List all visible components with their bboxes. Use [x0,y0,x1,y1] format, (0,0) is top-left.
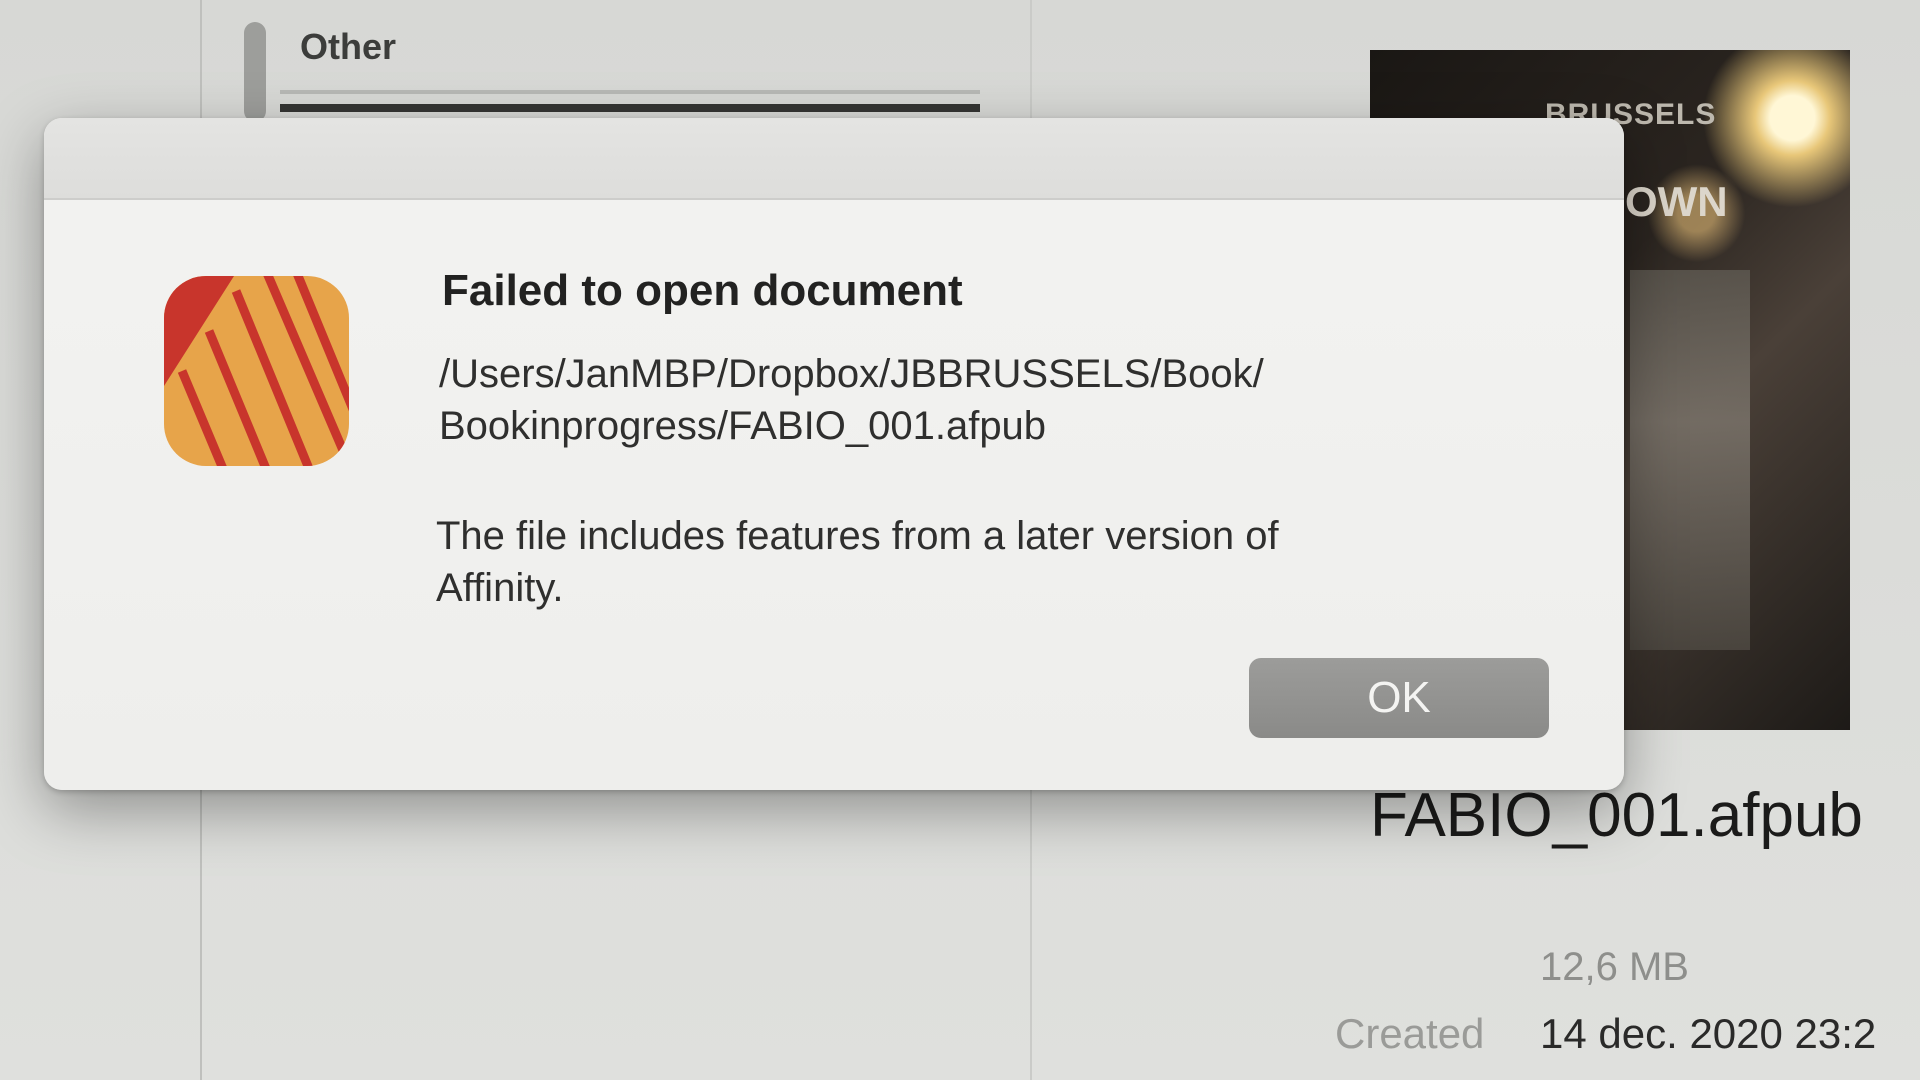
dialog-message: The file includes features from a later … [436,514,1279,610]
preview-file-name: FABIO_001.afpub [1370,781,1863,850]
header-rule-dark [280,104,980,112]
header-rule [280,90,980,94]
scrollbar-thumb[interactable] [244,22,266,122]
preview-building-graphic [1630,270,1750,650]
created-value: 14 dec. 2020 23:2 [1540,1010,1877,1057]
sidebar-header-other: Other [300,26,397,67]
dialog-titlebar[interactable] [44,118,1624,200]
preview-text-mid: OWN [1625,178,1728,225]
preview-file-size: 12,6 MB [1540,945,1689,989]
affinity-publisher-icon [164,276,349,466]
created-label: Created [1335,1010,1485,1057]
dialog-title: Failed to open document [442,266,963,315]
screen: Other BRUSSELS OWN FABIO_001.afpub 12,6 … [0,0,1920,1080]
ok-button[interactable]: OK [1249,658,1549,738]
dialog-file-path: /Users/JanMBP/Dropbox/JBBRUSSELS/Book/ B… [439,352,1264,448]
error-dialog: Failed to open document /Users/JanMBP/Dr… [44,118,1624,790]
